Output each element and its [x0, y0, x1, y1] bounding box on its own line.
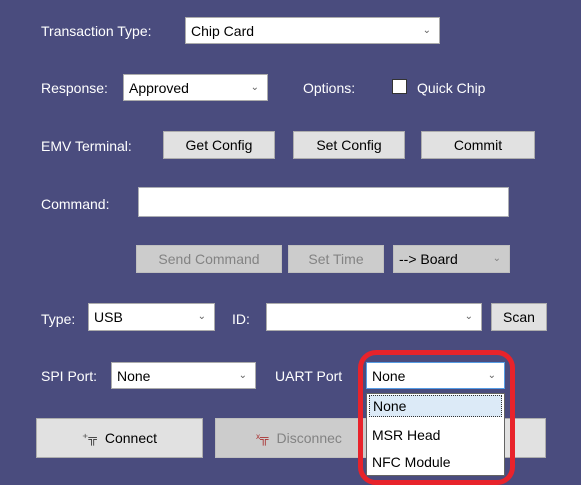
uart-port-label: UART Port	[275, 368, 343, 384]
command-label: Command:	[41, 196, 110, 212]
response-value: Approved	[129, 79, 189, 96]
spi-port-value: None	[117, 367, 151, 384]
chevron-down-icon: ⌄	[197, 310, 206, 322]
transaction-type-select[interactable]: Chip Card ⌄	[185, 17, 440, 44]
id-label: ID:	[232, 311, 250, 327]
emv-terminal-label: EMV Terminal:	[41, 138, 132, 154]
set-time-button[interactable]: Set Time	[288, 245, 384, 273]
response-select[interactable]: Approved ⌄	[123, 74, 268, 101]
direction-value: --> Board	[399, 251, 458, 267]
spi-port-select[interactable]: None ⌄	[111, 362, 256, 389]
disconnect-button[interactable]: ˣ╦ Disconnec	[215, 418, 383, 458]
set-config-button[interactable]: Set Config	[293, 131, 405, 159]
type-value: USB	[94, 309, 123, 325]
spi-port-label: SPI Port:	[41, 368, 98, 384]
commit-button[interactable]: Commit	[421, 131, 535, 159]
quick-chip-checkbox[interactable]	[392, 79, 407, 94]
uart-option-nfc-module[interactable]: NFC Module	[369, 451, 502, 473]
response-label: Response:	[41, 80, 108, 96]
chevron-down-icon: ⌄	[487, 369, 496, 381]
connect-label: Connect	[104, 430, 157, 446]
chevron-down-icon: ⌄	[422, 24, 431, 36]
direction-select[interactable]: --> Board ⌄	[393, 245, 510, 273]
type-select[interactable]: USB ⌄	[88, 303, 215, 331]
command-input[interactable]	[138, 187, 509, 217]
uart-option-msr-head[interactable]: MSR Head	[369, 424, 502, 446]
options-label: Options:	[303, 80, 356, 96]
transaction-type-value: Chip Card	[191, 22, 255, 39]
chevron-down-icon: ⌄	[464, 310, 473, 322]
plug-disconnect-icon: ˣ╦	[256, 431, 269, 445]
plug-connect-icon: ⁺╦	[82, 431, 97, 445]
uart-option-none[interactable]: None	[369, 395, 502, 417]
send-command-button[interactable]: Send Command	[136, 245, 282, 273]
disconnect-label: Disconnec	[276, 430, 342, 446]
chevron-down-icon: ⌄	[492, 252, 501, 264]
uart-port-dropdown-list: None MSR Head NFC Module	[366, 393, 505, 476]
type-label: Type:	[41, 311, 76, 327]
get-config-button[interactable]: Get Config	[163, 131, 275, 159]
quick-chip-label: Quick Chip	[417, 80, 486, 96]
uart-port-value: None	[372, 367, 406, 384]
transaction-type-label: Transaction Type:	[41, 23, 152, 39]
chevron-down-icon: ⌄	[250, 81, 259, 93]
chevron-down-icon: ⌄	[238, 369, 247, 381]
scan-button[interactable]: Scan	[491, 303, 547, 331]
id-select[interactable]: ⌄	[266, 303, 482, 331]
uart-port-select[interactable]: None ⌄	[366, 362, 505, 389]
connect-button[interactable]: ⁺╦ Connect	[36, 418, 203, 458]
